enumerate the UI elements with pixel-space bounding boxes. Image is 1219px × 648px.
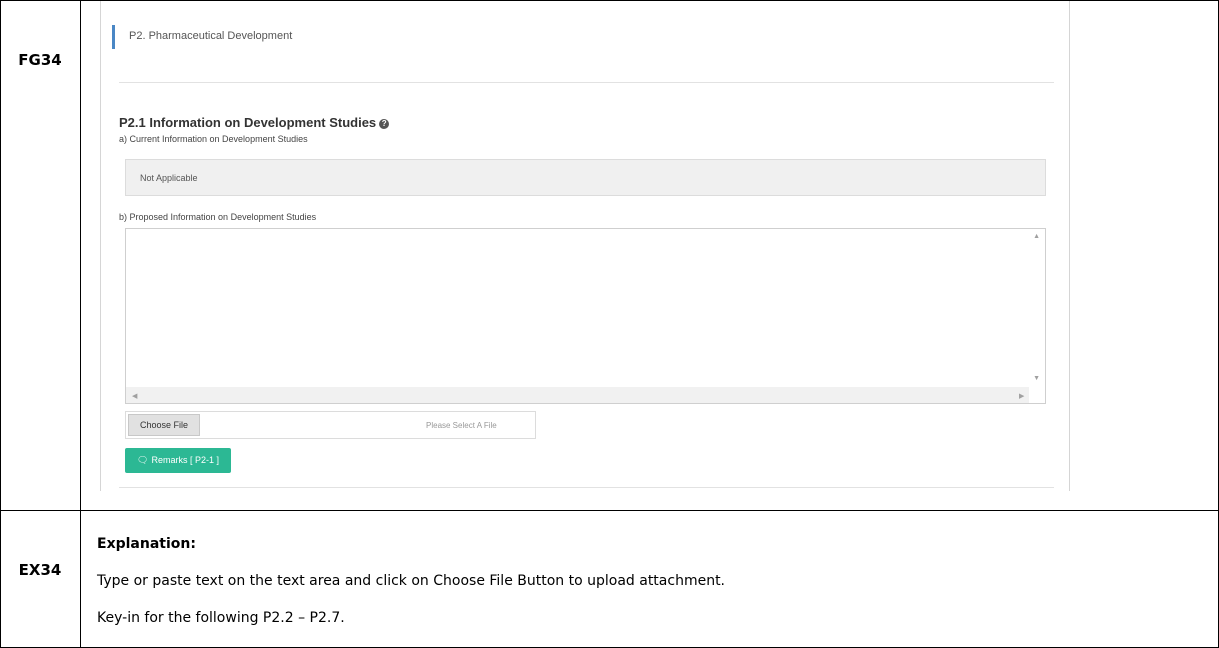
file-placeholder-text: Please Select A File: [426, 421, 497, 430]
section-header: P2. Pharmaceutical Development: [112, 25, 292, 49]
file-input[interactable]: Choose File Please Select A File: [125, 411, 536, 439]
vertical-scrollbar[interactable]: ▲ ▼: [1029, 229, 1045, 387]
section-divider: [119, 82, 1054, 83]
remarks-label: Remarks [ P2-1 ]: [151, 455, 219, 465]
explanation-line-1: Type or paste text on the text area and …: [97, 573, 726, 589]
current-info-label: a) Current Information on Development St…: [119, 134, 308, 144]
proposed-info-label: b) Proposed Information on Development S…: [119, 212, 317, 222]
explanation-line-2: Key-in for the following P2.2 – P2.7.: [97, 610, 345, 626]
scroll-right-arrow-icon[interactable]: ▶: [1019, 392, 1024, 400]
section-divider-bottom: [119, 487, 1054, 488]
table-column-divider: [80, 0, 81, 648]
scroll-up-arrow-icon[interactable]: ▲: [1033, 233, 1040, 240]
form-screenshot-panel: P2. Pharmaceutical Development P2.1 Info…: [100, 1, 1070, 491]
choose-file-button[interactable]: Choose File: [128, 414, 200, 436]
explanation-title: Explanation:: [97, 536, 196, 552]
comments-icon: 🗨: [137, 455, 149, 465]
figure-row-label: FG34: [18, 51, 62, 69]
scroll-down-arrow-icon[interactable]: ▼: [1033, 375, 1040, 382]
subsection-heading: P2.1 Information on Development Studies?: [119, 115, 390, 130]
explanation-row-label: EX34: [18, 561, 62, 579]
question-circle-icon[interactable]: ?: [379, 119, 390, 129]
subsection-title: P2.1 Information on Development Studies: [119, 115, 377, 130]
horizontal-scrollbar[interactable]: ◀ ▶: [126, 387, 1029, 403]
section-title: P2. Pharmaceutical Development: [129, 30, 293, 42]
proposed-info-textarea[interactable]: ▲ ▼ ◀ ▶: [125, 228, 1046, 404]
remarks-button[interactable]: 🗨 Remarks [ P2-1 ]: [125, 448, 231, 473]
table-row-divider: [0, 510, 1219, 511]
scroll-left-arrow-icon[interactable]: ◀: [132, 392, 137, 400]
current-info-field: Not Applicable: [125, 159, 1046, 196]
